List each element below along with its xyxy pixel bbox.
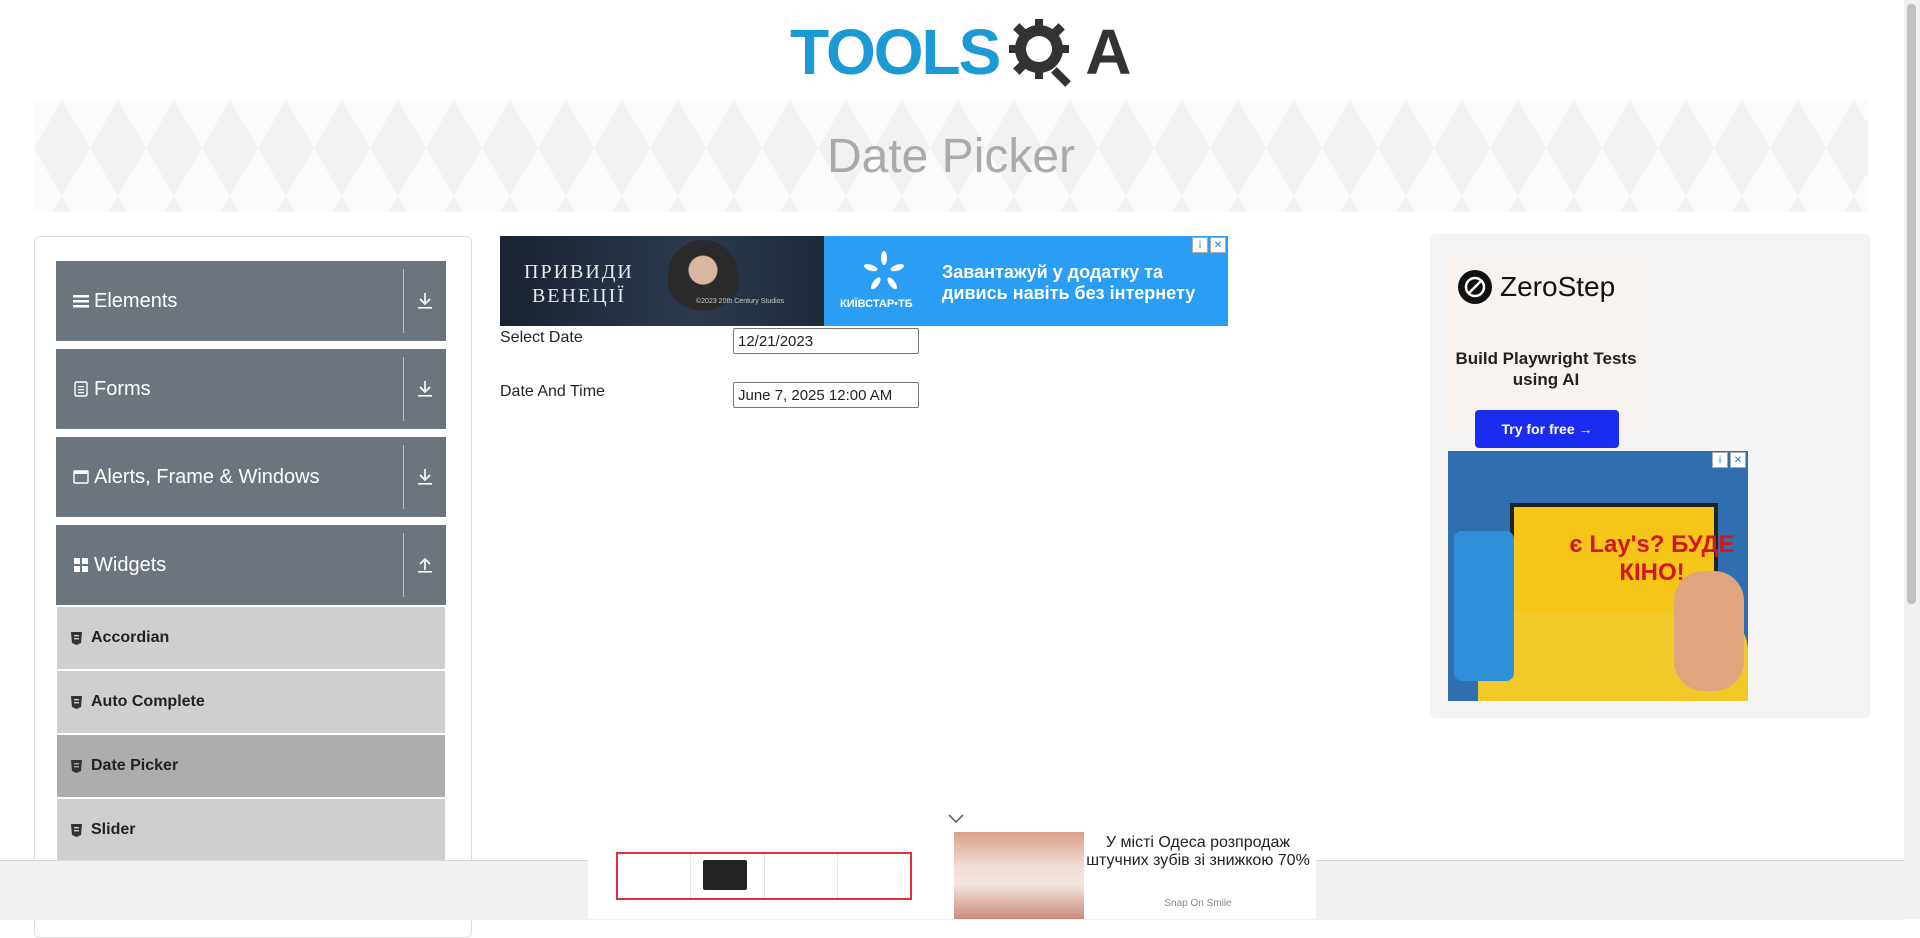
sidebar-item-accordian[interactable]: Accordian bbox=[57, 607, 445, 669]
ad-close-icon[interactable]: ✕ bbox=[1730, 452, 1746, 468]
ad-choices[interactable]: i ✕ bbox=[1192, 237, 1226, 253]
html5-icon bbox=[71, 695, 83, 709]
lays-bag-image bbox=[1454, 531, 1514, 681]
select-date-label: Select Date bbox=[500, 329, 583, 346]
sidebar-item-label: Auto Complete bbox=[91, 693, 205, 710]
product-slot[interactable] bbox=[618, 854, 692, 898]
toolsqa-logo[interactable]: TOOLS A bbox=[790, 14, 1132, 90]
zerostep-brand: ZeroStep bbox=[1500, 271, 1616, 302]
product-carousel[interactable] bbox=[616, 852, 912, 900]
sidebar-item-label: Date Picker bbox=[91, 757, 179, 774]
expand-arrow-icon[interactable] bbox=[412, 463, 438, 491]
html5-icon bbox=[71, 823, 83, 837]
date-time-input[interactable] bbox=[733, 382, 919, 408]
chevron-down-icon[interactable] bbox=[946, 812, 966, 826]
sidebar-group-forms[interactable]: Forms bbox=[56, 349, 446, 429]
hamburger-icon bbox=[72, 294, 90, 308]
dentures-image bbox=[954, 832, 1084, 919]
product-slot[interactable] bbox=[691, 854, 765, 898]
scrollbar-thumb[interactable] bbox=[1907, 4, 1916, 604]
sidebar-item-label: Accordian bbox=[91, 629, 170, 646]
logo-text-a: A bbox=[1085, 16, 1131, 88]
sidebar-group-widgets[interactable]: Widgets bbox=[56, 525, 446, 605]
kyivstar-brand: КИЇВСТАР•ТБ bbox=[840, 298, 913, 310]
logo-text-tools: TOOLS bbox=[790, 16, 1001, 88]
lays-ad[interactable]: є Lay's? БУДЕ КІНО! i ✕ bbox=[1448, 451, 1748, 701]
bottom-ad-headline[interactable]: У місті Одеса розпродаж штучних зубів зі… bbox=[1084, 834, 1312, 870]
page-title: Date Picker bbox=[826, 129, 1076, 183]
zerostep-logo: ZeroStep bbox=[1458, 270, 1615, 304]
ad-info-icon[interactable]: i bbox=[1712, 452, 1728, 468]
divider bbox=[403, 357, 404, 421]
movie-copyright: ©2023 20th Century Studios bbox=[696, 298, 785, 305]
actor-image bbox=[668, 240, 738, 326]
kyivstar-ad[interactable]: КИЇВСТАР•ТБ Завантажуй у додатку та диви… bbox=[824, 236, 1228, 326]
sidebar-group-label: Elements bbox=[94, 289, 178, 312]
movie-ad[interactable]: ПРИВИДИ ВЕНЕЦІЇ ©2023 20th Century Studi… bbox=[500, 236, 824, 326]
gear-magnifier-icon bbox=[1005, 15, 1079, 89]
collapse-arrow-icon[interactable] bbox=[412, 551, 438, 579]
monitor-image bbox=[703, 860, 748, 890]
zerostep-icon bbox=[1458, 270, 1492, 304]
right-ad-panel[interactable]: ZeroStep Build Playwright Tests using AI… bbox=[1432, 236, 1868, 716]
product-slot[interactable] bbox=[838, 854, 910, 898]
sidebar-group-label: Alerts, Frame & Windows bbox=[94, 465, 320, 488]
expand-arrow-icon[interactable] bbox=[412, 375, 438, 403]
sidebar-group-elements[interactable]: Elements bbox=[56, 261, 446, 341]
ad-choices[interactable]: i ✕ bbox=[1712, 452, 1746, 468]
sidebar-item-slider[interactable]: Slider bbox=[57, 799, 445, 861]
page-banner: Date Picker bbox=[34, 100, 1868, 212]
date-time-label: Date And Time bbox=[500, 383, 605, 400]
top-ad-banner[interactable]: ПРИВИДИ ВЕНЕЦІЇ ©2023 20th Century Studi… bbox=[500, 236, 1228, 326]
document-icon bbox=[72, 381, 90, 397]
html5-icon bbox=[71, 631, 83, 645]
sidebar-item-date-picker[interactable]: Date Picker bbox=[57, 735, 445, 797]
zerostep-ad[interactable]: ZeroStep Build Playwright Tests using AI… bbox=[1448, 252, 1644, 448]
divider bbox=[403, 445, 404, 509]
sidebar-group-alerts[interactable]: Alerts, Frame & Windows bbox=[56, 437, 446, 517]
divider bbox=[403, 533, 404, 597]
zerostep-tagline: Build Playwright Tests using AI bbox=[1455, 349, 1637, 389]
bottom-ad[interactable]: У місті Одеса розпродаж штучних зубів зі… bbox=[588, 814, 1316, 919]
sidebar-item-label: Slider bbox=[91, 821, 136, 838]
try-for-free-button[interactable]: Try for free → bbox=[1475, 410, 1619, 448]
kyivstar-message: Завантажуй у додатку та дивись навіть бе… bbox=[942, 262, 1196, 303]
html5-icon bbox=[71, 759, 83, 773]
remote-hand-image bbox=[1674, 571, 1744, 691]
sidebar-group-label: Forms bbox=[94, 377, 151, 400]
divider bbox=[403, 269, 404, 333]
ad-info-icon[interactable]: i bbox=[1192, 237, 1208, 253]
movie-title: ПРИВИДИ ВЕНЕЦІЇ bbox=[524, 261, 634, 307]
kyivstar-star-icon bbox=[863, 251, 905, 290]
window-icon bbox=[72, 470, 90, 484]
sidebar-group-label: Widgets bbox=[94, 553, 167, 576]
grid-icon bbox=[72, 557, 90, 573]
sidebar-item-auto-complete[interactable]: Auto Complete bbox=[57, 671, 445, 733]
ad-close-icon[interactable]: ✕ bbox=[1210, 237, 1226, 253]
select-date-input[interactable] bbox=[733, 328, 919, 354]
bottom-ad-source: Snap On Smile bbox=[1164, 898, 1232, 909]
expand-arrow-icon[interactable] bbox=[412, 287, 438, 315]
product-slot[interactable] bbox=[765, 854, 838, 898]
